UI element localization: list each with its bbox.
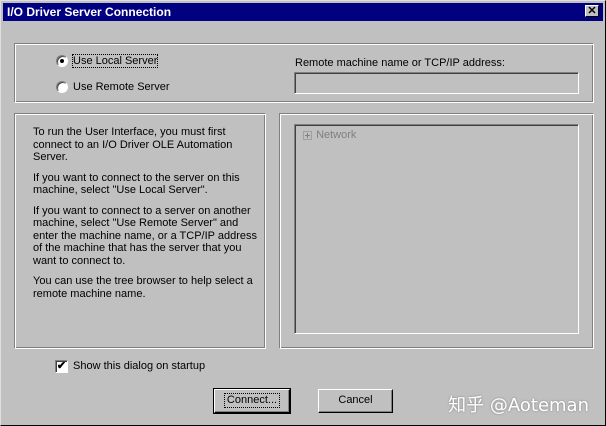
title-bar[interactable]: I/O Driver Server Connection ✕ (3, 3, 603, 21)
show-on-startup-checkbox[interactable]: ✔ (55, 360, 68, 373)
use-local-server-label[interactable]: Use Local Server (71, 54, 159, 68)
info-paragraph: If you want to connect to a server on an… (33, 204, 257, 267)
tree-node-network[interactable]: Network (303, 129, 356, 141)
show-on-startup-label[interactable]: Show this dialog on startup (73, 360, 205, 372)
dialog-window: I/O Driver Server Connection ✕ Use Local… (0, 0, 606, 426)
plus-box-icon[interactable] (303, 130, 312, 140)
use-remote-server-radio[interactable] (56, 81, 68, 93)
remote-address-input[interactable] (294, 72, 579, 94)
close-button[interactable]: ✕ (585, 5, 599, 17)
info-text: To run the User Interface, you must firs… (33, 126, 261, 308)
close-icon: ✕ (587, 5, 597, 17)
server-selection-group: Use Local Server Use Remote Server Remot… (14, 43, 594, 103)
tree-panel: Network (279, 113, 594, 349)
info-paragraph: You can use the tree browser to help sel… (33, 275, 253, 300)
connect-button[interactable]: Connect... (213, 388, 291, 414)
info-paragraph: To run the User Interface, you must firs… (33, 126, 233, 163)
cancel-button-label: Cancel (338, 394, 373, 406)
info-panel: To run the User Interface, you must firs… (14, 113, 266, 349)
radio-selected-dot (60, 59, 64, 63)
window-title: I/O Driver Server Connection (7, 5, 172, 19)
connect-button-label: Connect... (223, 393, 281, 408)
checkmark-icon: ✔ (56, 360, 67, 372)
use-local-server-radio[interactable] (56, 55, 68, 67)
info-paragraph: If you want to connect to the server on … (33, 171, 240, 197)
watermark: 知乎 @Aoteman (448, 395, 589, 416)
cancel-button[interactable]: Cancel (318, 389, 393, 413)
tree-node-label: Network (316, 129, 357, 141)
remote-address-label: Remote machine name or TCP/IP address: (295, 57, 505, 69)
use-remote-server-label[interactable]: Use Remote Server (73, 81, 170, 93)
network-tree-view[interactable]: Network (294, 124, 579, 334)
